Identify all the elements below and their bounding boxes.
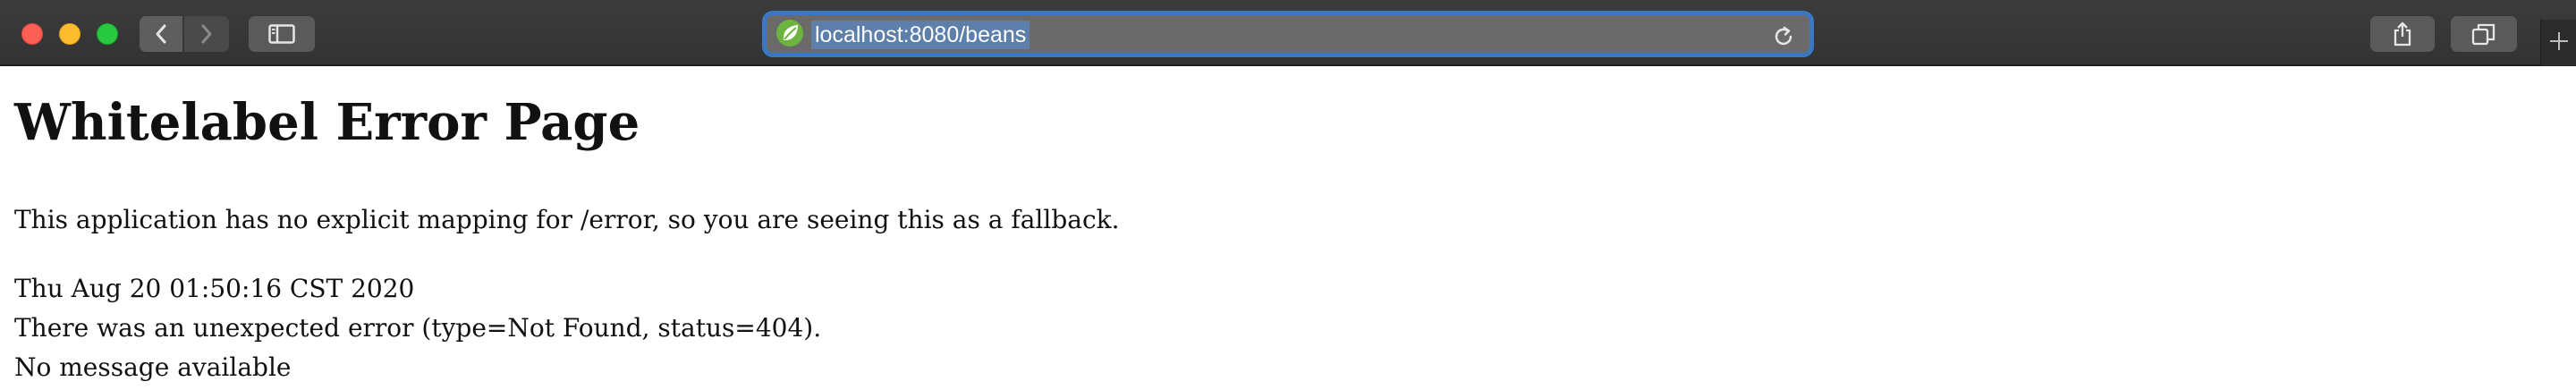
address-bar[interactable]: localhost:8080/beans (762, 11, 1814, 57)
browser-toolbar: localhost:8080/beans (0, 0, 2576, 66)
forward-button[interactable] (184, 16, 229, 52)
error-status: There was an unexpected error (type=Not … (14, 313, 822, 343)
share-button[interactable] (2370, 16, 2435, 52)
window-minimize-button[interactable] (59, 23, 80, 45)
error-detail: No message available (14, 352, 292, 382)
spring-leaf-icon (775, 19, 811, 52)
chevron-right-icon (199, 23, 214, 45)
window-close-button[interactable] (21, 23, 43, 45)
page-title: Whitelabel Error Page (14, 93, 640, 152)
reload-icon[interactable] (1772, 25, 1795, 53)
plus-icon (2548, 30, 2570, 56)
tab-overview-button[interactable] (2451, 16, 2517, 52)
window-zoom-button[interactable] (97, 23, 118, 45)
back-button[interactable] (140, 16, 182, 52)
sidebar-icon (268, 24, 295, 44)
tab-overview-icon (2471, 22, 2496, 46)
sidebar-toggle-button[interactable] (249, 16, 315, 52)
error-timestamp: Thu Aug 20 01:50:16 CST 2020 (14, 274, 415, 303)
share-icon (2392, 21, 2413, 47)
url-text[interactable]: localhost:8080/beans (811, 21, 1030, 49)
chevron-left-icon (154, 23, 168, 45)
page-content: Whitelabel Error Page This application h… (0, 66, 2576, 390)
new-tab-button[interactable] (2540, 20, 2576, 66)
error-message: This application has no explicit mapping… (14, 205, 1120, 234)
